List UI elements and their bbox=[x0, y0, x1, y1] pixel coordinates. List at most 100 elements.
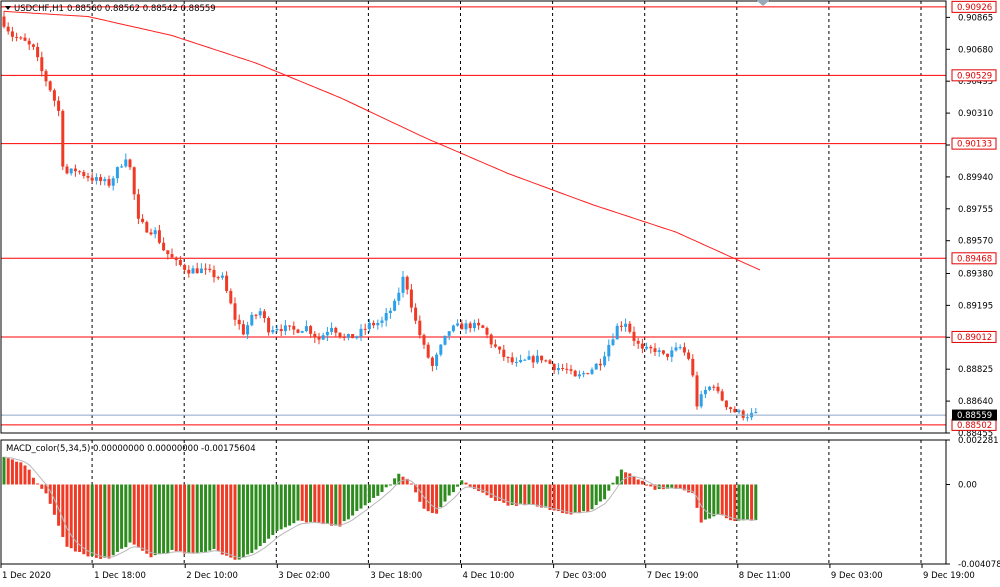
macd-bar bbox=[212, 484, 216, 549]
candle-body bbox=[544, 360, 548, 362]
macd-bar bbox=[27, 469, 31, 485]
macd-bar bbox=[540, 484, 544, 508]
macd-bar bbox=[258, 484, 262, 547]
macd-bar bbox=[128, 484, 132, 543]
candle-body bbox=[65, 166, 69, 174]
macd-bar bbox=[233, 484, 237, 560]
candle-body bbox=[712, 386, 716, 388]
current-price-value: 0.88559 bbox=[957, 411, 992, 421]
macd-bar bbox=[548, 484, 552, 510]
candle-body bbox=[82, 172, 86, 176]
candle-body bbox=[456, 323, 460, 326]
candle-body bbox=[6, 26, 10, 32]
candle-body bbox=[2, 16, 6, 27]
candle-body bbox=[519, 359, 523, 363]
candle-body bbox=[162, 242, 166, 251]
macd-bar bbox=[254, 484, 258, 550]
candle-body bbox=[619, 325, 623, 327]
macd-bar bbox=[187, 484, 191, 554]
candle-body bbox=[678, 347, 682, 349]
macd-bar bbox=[565, 484, 569, 514]
macd-bar bbox=[628, 473, 632, 485]
candle-body bbox=[128, 159, 132, 168]
candle-body bbox=[556, 368, 560, 371]
candle-body bbox=[86, 175, 90, 178]
candle-body bbox=[674, 347, 678, 351]
macd-bar bbox=[456, 484, 460, 487]
candle-body bbox=[716, 386, 720, 392]
candle-body bbox=[355, 336, 359, 339]
candle-body bbox=[565, 368, 569, 370]
candle-body bbox=[229, 290, 233, 304]
candle-body bbox=[661, 350, 665, 354]
candle-body bbox=[325, 331, 329, 336]
time-label: 3 Dec 02:00 bbox=[278, 571, 330, 581]
macd-bar bbox=[481, 484, 485, 493]
macd-bar bbox=[535, 484, 539, 507]
macd-bar bbox=[191, 484, 195, 554]
candle-body bbox=[670, 350, 674, 357]
macd-bar bbox=[523, 484, 527, 506]
price-label: 0.89940 bbox=[958, 173, 993, 183]
macd-bar bbox=[267, 484, 271, 539]
macd-bar bbox=[99, 484, 103, 559]
candle-body bbox=[367, 322, 371, 330]
macd-bar bbox=[493, 484, 497, 501]
candle-body bbox=[401, 276, 405, 293]
macd-bar bbox=[380, 484, 384, 492]
macd-bar bbox=[346, 484, 350, 520]
macd-bar bbox=[275, 484, 279, 531]
candle-body bbox=[598, 363, 602, 366]
candle-body bbox=[582, 373, 586, 375]
candle-body bbox=[628, 323, 632, 332]
macd-bar bbox=[174, 484, 178, 552]
candle-body bbox=[548, 360, 552, 364]
candle-body bbox=[443, 335, 447, 345]
candle-body bbox=[741, 410, 745, 418]
candle-body bbox=[527, 356, 531, 360]
macd-bar bbox=[120, 484, 124, 549]
candle-body bbox=[199, 268, 203, 274]
candle-body bbox=[632, 331, 636, 341]
candle-body bbox=[682, 347, 686, 353]
candle-body bbox=[535, 355, 539, 363]
macd-bar bbox=[519, 484, 523, 504]
candle-body bbox=[178, 260, 182, 265]
macd-bar bbox=[145, 484, 149, 554]
candle-body bbox=[271, 330, 275, 333]
candle-body bbox=[19, 37, 23, 39]
candle-body bbox=[120, 166, 124, 168]
candle-body bbox=[15, 36, 19, 38]
candle-body bbox=[292, 325, 296, 330]
macd-bar bbox=[19, 462, 23, 485]
trading-chart[interactable]: USDCHF,H1 0.88560 0.88562 0.88542 0.8855… bbox=[0, 0, 1000, 587]
candle-body bbox=[262, 311, 266, 319]
macd-bar bbox=[363, 484, 367, 506]
candle-body bbox=[607, 344, 611, 357]
candle-body bbox=[174, 257, 178, 261]
candle-body bbox=[624, 323, 628, 327]
macd-bar bbox=[464, 482, 468, 485]
candle-body bbox=[645, 346, 649, 349]
candle-body bbox=[204, 268, 208, 270]
macd-bar bbox=[544, 484, 548, 508]
candle-body bbox=[254, 314, 258, 316]
candle-body bbox=[153, 230, 157, 235]
candle-body bbox=[187, 269, 191, 274]
macd-bar bbox=[283, 484, 287, 528]
candle-body bbox=[363, 328, 367, 330]
candle-body bbox=[258, 311, 262, 316]
macd-bar bbox=[237, 484, 241, 560]
macd-title: MACD_color(5,34,5) 0.00000000 0.00000000… bbox=[6, 444, 256, 454]
candle-body bbox=[107, 179, 111, 186]
macd-bar bbox=[687, 484, 691, 493]
candle-body bbox=[640, 343, 644, 349]
candle-body bbox=[603, 356, 607, 366]
candle-body bbox=[149, 232, 153, 235]
macd-bar bbox=[615, 476, 619, 485]
macd-bar bbox=[36, 483, 40, 485]
candle-body bbox=[594, 363, 598, 370]
macd-bar bbox=[132, 484, 136, 545]
candle-body bbox=[132, 167, 136, 195]
macd-bar bbox=[162, 484, 166, 554]
